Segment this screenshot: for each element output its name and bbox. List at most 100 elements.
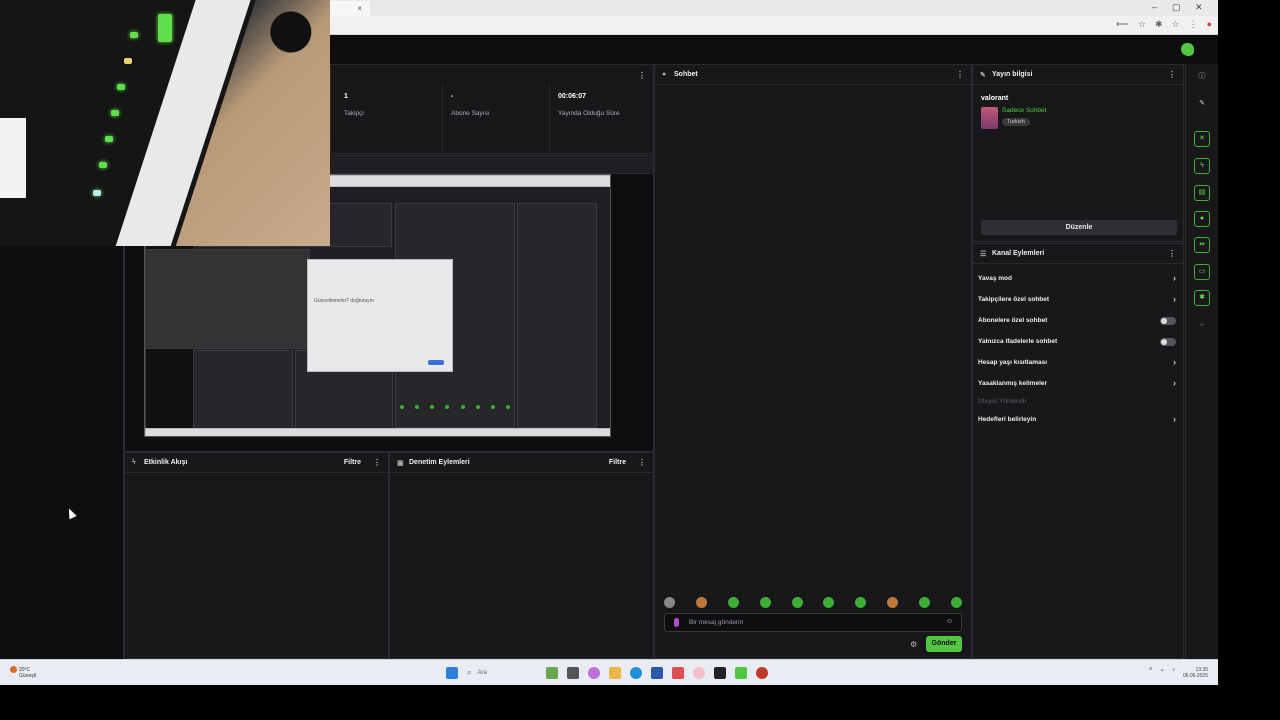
category-name[interactable]: Sadece Sohbet — [1002, 107, 1046, 114]
emote-icon[interactable] — [919, 597, 930, 608]
taskbar-search[interactable]: ⌕ Ara — [467, 667, 537, 679]
file-explorer-icon[interactable] — [609, 667, 621, 679]
widgets-icon[interactable] — [546, 667, 558, 679]
emote-bar — [664, 597, 962, 608]
sun-icon — [10, 666, 17, 673]
terminal-icon[interactable] — [714, 667, 726, 679]
activity-feed-header: ϟ Etkinlik Akışı Filtre ⋮ — [125, 453, 388, 473]
action-banned-words[interactable]: Yasaklanmış kelimeler › — [978, 376, 1178, 391]
clock[interactable]: 13:35 06.06.2025 — [1183, 667, 1208, 679]
language-tag: Turkish — [1002, 118, 1030, 126]
action-account-age[interactable]: Hesap yaşı kısıtlaması › — [978, 355, 1178, 370]
channel-actions-menu-icon[interactable]: ⋮ — [1168, 249, 1176, 258]
action-followers-only[interactable]: Takipçilere özel sohbet › — [978, 292, 1178, 307]
category-thumbnail — [981, 107, 998, 129]
maximize-icon[interactable]: ▢ — [1172, 2, 1181, 13]
wrench-icon[interactable]: ✱ — [1194, 290, 1210, 306]
broadcast-icon[interactable]: ⇹ — [1194, 237, 1210, 253]
action-subscribers-only[interactable]: Abonelere özel sohbet — [978, 313, 1178, 328]
close-square-icon[interactable]: ✕ — [1194, 131, 1210, 147]
emote-icon[interactable] — [855, 597, 867, 608]
emote-icon[interactable] — [759, 597, 771, 608]
start-icon[interactable] — [446, 667, 458, 679]
browser-app-icon[interactable] — [756, 667, 768, 679]
emote-icon[interactable] — [887, 597, 899, 608]
stat-label: Yayında Olduğu Süre — [558, 110, 620, 117]
action-emotes-only[interactable]: Yalnızca ifadelerle sohbet — [978, 334, 1178, 349]
profile-avatar[interactable] — [1181, 43, 1194, 56]
activity-filter-button[interactable]: Filtre — [344, 459, 361, 466]
emote-icon[interactable] — [695, 597, 707, 608]
store-icon[interactable] — [651, 667, 663, 679]
activity-menu-icon[interactable]: ⋮ — [373, 458, 381, 467]
emoji-picker-icon[interactable]: ☺ — [946, 618, 953, 625]
action-set-goals[interactable]: Hedefleri belirleyin › — [978, 412, 1178, 427]
moderation-panel: ▣ Denetim Eylemleri Filtre ⋮ — [389, 452, 654, 659]
emote-icon[interactable] — [823, 597, 835, 608]
chat-menu-icon[interactable]: ⋮ — [956, 70, 964, 79]
webcam-paper — [0, 118, 26, 198]
app-icon[interactable] — [693, 667, 705, 679]
window-close-icon[interactable]: ✕ — [1195, 2, 1203, 13]
chat-icon[interactable]: ● — [1194, 211, 1210, 227]
preview-dialog-title: Güncellemeler? doğrulayın — [314, 298, 374, 304]
action-label: Yavaş mod — [978, 275, 1012, 282]
volume-icon[interactable]: ♪ — [1172, 667, 1175, 679]
task-view-icon[interactable] — [567, 667, 579, 679]
back-icon[interactable]: ⟵ — [1116, 19, 1129, 30]
profile-icon[interactable]: ● — [1207, 19, 1212, 30]
action-label: Takipçilere özel sohbet — [978, 296, 1050, 303]
chevron-up-icon[interactable]: ˄ — [1149, 667, 1153, 679]
info-icon[interactable]: ⓘ — [1194, 69, 1210, 85]
monitor-icon[interactable]: ▭ — [1194, 264, 1210, 280]
stream-title: valorant — [981, 95, 1009, 102]
favorites-icon[interactable]: ☆ — [1171, 19, 1179, 30]
copilot-icon[interactable] — [588, 667, 600, 679]
emote-icon[interactable] — [791, 597, 803, 608]
emotes-only-toggle[interactable] — [1160, 338, 1176, 346]
taskbar-search-label: Ara — [477, 670, 487, 676]
weather-widget[interactable]: 20°C Güneşli — [10, 666, 36, 679]
bookmark-icon[interactable]: ☆ — [1138, 19, 1146, 30]
action-label: Yalnızca ifadelerle sohbet — [978, 338, 1058, 345]
action-label: İzleyici Yönlendir — [978, 398, 1027, 405]
wrench-icon: ✎ — [980, 71, 986, 79]
close-tab-icon[interactable]: × — [357, 4, 362, 13]
stream-info-panel: ✎ Yayın bilgisi ⋮ valorant Sadece Sohbet… — [972, 64, 1184, 242]
emote-icon[interactable] — [727, 597, 739, 608]
channel-actions-title: Kanal Eylemleri — [992, 250, 1045, 257]
minimize-icon[interactable]: – — [1152, 2, 1157, 12]
stat-value: - — [451, 93, 454, 100]
action-slow-mode[interactable]: Yavaş mod › — [978, 271, 1178, 286]
clock-date: 06.06.2025 — [1182, 673, 1208, 679]
stat-subscribers: - Abone Sayısı — [444, 85, 550, 153]
kick-icon[interactable] — [735, 667, 747, 679]
activity-feed-title: Etkinlik Akışı — [144, 459, 188, 466]
network-icon[interactable]: ⌁ — [1160, 667, 1164, 679]
subscribers-only-toggle[interactable] — [1160, 317, 1176, 325]
stat-value: 1 — [344, 93, 348, 100]
chat-message-input[interactable]: Bir mesaj gönderin ☺ — [664, 613, 962, 632]
moderation-filter-button[interactable]: Filtre — [609, 459, 626, 466]
emote-icon[interactable] — [950, 597, 962, 608]
chat-input-placeholder: Bir mesaj gönderin — [689, 619, 744, 626]
lightning-icon[interactable]: ϟ — [1194, 158, 1210, 174]
pencil-icon[interactable]: ✎ — [1194, 96, 1210, 112]
preview-activity — [193, 350, 293, 430]
emote-icon[interactable] — [664, 597, 675, 608]
send-button[interactable]: Gönder — [926, 636, 962, 652]
yandex-icon[interactable] — [672, 667, 684, 679]
stream-info-menu-icon[interactable]: ⋮ — [1168, 70, 1176, 79]
stats-menu-icon[interactable]: ⋮ — [638, 71, 646, 80]
edit-button[interactable]: Düzenle — [981, 220, 1177, 235]
chevron-right-icon: › — [1173, 357, 1176, 367]
moderation-menu-icon[interactable]: ⋮ — [638, 458, 646, 467]
stat-label: Takipçi — [344, 110, 364, 117]
extension-icon[interactable]: ✱ — [1155, 19, 1163, 30]
chat-settings-icon[interactable]: ⚙ — [910, 640, 917, 649]
menu-icon[interactable]: ⋮ — [1189, 19, 1198, 30]
stats-panel: ⋮ 1 Takipçi - Abone Sayısı 00:06:07 Yayı… — [330, 64, 654, 154]
edge-icon[interactable] — [630, 667, 642, 679]
apps-icon[interactable]: ⁘ — [1194, 318, 1210, 334]
document-icon[interactable]: ▤ — [1194, 185, 1210, 201]
